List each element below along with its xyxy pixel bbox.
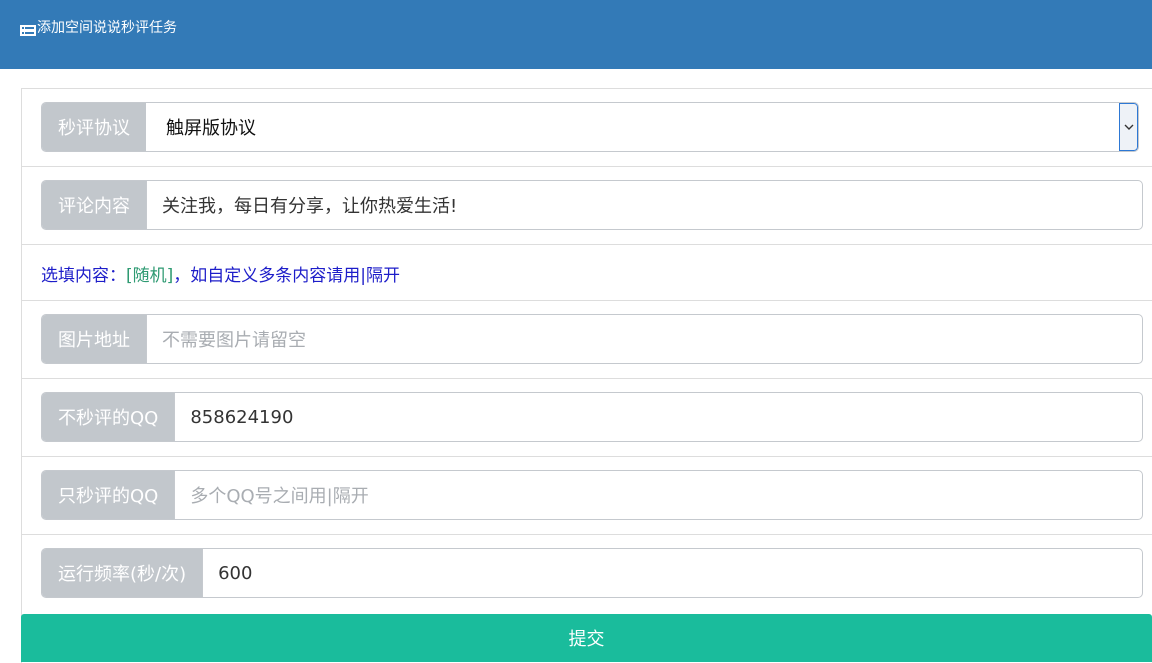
protocol-select[interactable]: 秒评协议 触屏版协议: [41, 102, 1139, 152]
exclude-qq-field: 不秒评的QQ 858624190: [41, 392, 1143, 442]
help-random-tag: [随机]: [126, 265, 174, 286]
comment-label: 评论内容: [42, 181, 146, 229]
protocol-label: 秒评协议: [42, 103, 146, 151]
submit-button[interactable]: 提交: [21, 614, 1152, 662]
help-suffix: ，如自定义多条内容请用|隔开: [173, 265, 400, 286]
frequency-input[interactable]: 600: [202, 549, 1142, 597]
exclude-qq-input[interactable]: 858624190: [174, 393, 1142, 441]
only-qq-label: 只秒评的QQ: [42, 471, 175, 519]
image-url-input[interactable]: 不需要图片请留空: [146, 315, 1142, 363]
chevron-down-icon[interactable]: [1119, 103, 1138, 151]
frequency-row: 运行频率(秒/次) 600: [22, 535, 1152, 613]
exclude-qq-row: 不秒评的QQ 858624190: [22, 379, 1152, 457]
image-row: 图片地址 不需要图片请留空: [22, 301, 1152, 379]
protocol-selected-value[interactable]: 触屏版协议: [146, 103, 1119, 151]
header-title-text: 添加空间说说秒评任务: [37, 20, 177, 36]
image-field: 图片地址 不需要图片请留空: [41, 314, 1143, 364]
frequency-field: 运行频率(秒/次) 600: [41, 548, 1143, 598]
header-title: 添加空间说说秒评任务: [20, 19, 177, 37]
comment-row: 评论内容 关注我，每日有分享，让你热爱生活!: [22, 167, 1152, 245]
help-row: 选填内容： [随机] ，如自定义多条内容请用|隔开: [22, 245, 1152, 301]
help-prefix: 选填内容：: [41, 265, 126, 286]
exclude-qq-label: 不秒评的QQ: [42, 393, 175, 441]
image-label: 图片地址: [42, 315, 146, 363]
comment-field: 评论内容 关注我，每日有分享，让你热爱生活!: [41, 180, 1143, 230]
panel-header: 添加空间说说秒评任务: [0, 0, 1152, 69]
only-qq-row: 只秒评的QQ 多个QQ号之间用|隔开: [22, 457, 1152, 535]
list-icon: [20, 23, 36, 36]
protocol-row: 秒评协议 触屏版协议: [22, 89, 1152, 167]
comment-input[interactable]: 关注我，每日有分享，让你热爱生活!: [146, 181, 1142, 229]
form-panel: 秒评协议 触屏版协议 评论内容 关注我，每日有分享，让你热爱生活! 选填内容： …: [21, 88, 1152, 663]
help-text: 选填内容： [随机] ，如自定义多条内容请用|隔开: [41, 245, 400, 301]
only-qq-field: 只秒评的QQ 多个QQ号之间用|隔开: [41, 470, 1143, 520]
frequency-label: 运行频率(秒/次): [42, 549, 203, 597]
only-qq-input[interactable]: 多个QQ号之间用|隔开: [174, 471, 1142, 519]
